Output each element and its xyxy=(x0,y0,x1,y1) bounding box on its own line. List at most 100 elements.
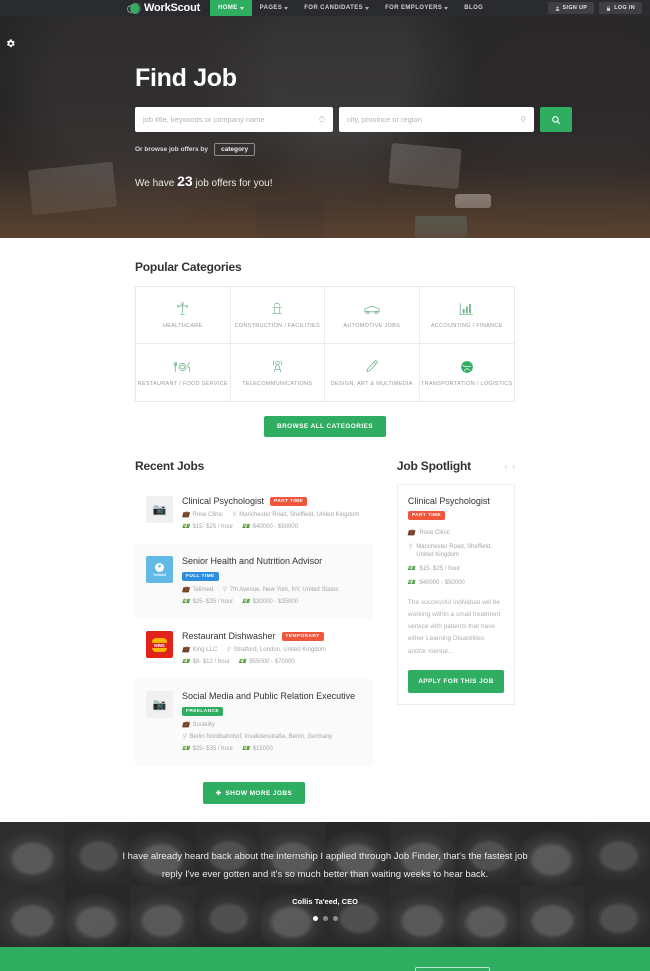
car-icon xyxy=(363,301,381,316)
category-telecommunications[interactable]: TELECOMMUNICATIONS xyxy=(231,344,325,401)
job-title[interactable]: Senior Health and Nutrition Advisor xyxy=(182,556,322,566)
testimonial-carousel-dots xyxy=(312,916,338,922)
show-more-jobs-button[interactable]: ✚ Show More Jobs xyxy=(202,782,306,804)
cutlery-icon xyxy=(173,359,192,374)
browse-category-chip[interactable]: category xyxy=(213,143,256,156)
category-construction-facilities[interactable]: CONSTRUCTION / FACILITIES xyxy=(230,287,325,344)
carousel-dot-1[interactable] xyxy=(312,916,318,922)
job-rate: 💵 $8- $12 / hour xyxy=(182,659,230,665)
browse-label: Or browse job offers by xyxy=(135,146,208,153)
category-transportation-logistics[interactable]: TRANSPORTATION / LOGISTICS xyxy=(420,344,515,401)
job-meta: 💼 King LLC ⚲ Stratford, London, United Kin… xyxy=(182,646,362,667)
show-more-jobs-label: Show More Jobs xyxy=(225,789,293,797)
site-logo[interactable]: WorkScout xyxy=(127,2,210,14)
job-details: Clinical Psychologist Part Time 💼 Rose Cl… xyxy=(182,496,362,532)
job-title[interactable]: Clinical Psychologist xyxy=(182,496,264,506)
hero-content: Find Job ⏱ ⚲ Or browse job offers by xyxy=(0,16,650,189)
offers-suffix: job offers for you! xyxy=(195,178,273,189)
chevron-down-icon xyxy=(239,6,244,10)
apply-for-this-job-button[interactable]: Apply For This Job xyxy=(407,669,504,693)
nav-item-for-employers[interactable]: FOR EMPLOYERS xyxy=(377,0,456,16)
nav-account-actions: SIGN UP LOG IN xyxy=(547,2,650,14)
nav-item-pages[interactable]: PAGES xyxy=(252,0,297,16)
carousel-dot-2[interactable] xyxy=(322,916,328,922)
job-list-item[interactable]: 📷 Clinical Psychologist Part Time 💼 Rose … xyxy=(135,484,373,544)
job-location: ⚲ Berlin Nordbahnhof, Invalidenstraße, Be… xyxy=(182,734,333,740)
testimonial-content: I have already heard back about the inte… xyxy=(0,822,650,947)
category-restaurant-food-service[interactable]: RESTAURANT / FOOD SERVICE xyxy=(136,344,231,401)
chevron-down-icon xyxy=(284,6,289,10)
search-submit-button[interactable] xyxy=(540,107,572,132)
job-rate: 💵 $15- $25 / hour xyxy=(182,524,234,530)
map-pin-icon: ⚲ xyxy=(182,734,187,740)
job-meta: 💼 Rose Clinic ⚲ Manchester Road, Sheffield… xyxy=(182,511,362,532)
spotlight-heading: Job Spotlight xyxy=(396,459,471,473)
money-icon: 💵 xyxy=(407,566,416,573)
nav-item-for-candidates[interactable]: FOR CANDIDATES xyxy=(296,0,377,16)
page-title: Find Job xyxy=(135,64,237,92)
sign-up-button[interactable]: SIGN UP xyxy=(547,2,595,14)
company-logo: 📷 xyxy=(146,496,173,523)
job-list-item[interactable]: 📷 Social Media and Public Relation Execu… xyxy=(135,679,373,766)
lock-icon xyxy=(607,5,611,11)
keywords-field-wrapper[interactable]: ⏱ xyxy=(135,107,333,132)
category-label: AUTOMOTIVE JOBS xyxy=(343,323,401,329)
nav-item-for-candidates-label: FOR CANDIDATES xyxy=(304,5,364,11)
job-location: ⚲ 7th Avenue, New York, NY, United States xyxy=(222,587,339,593)
job-company: 💼 King LLC xyxy=(182,647,218,653)
spotlight-company: 💼 Rose Clinic xyxy=(407,530,450,536)
logo-mark-icon xyxy=(127,2,141,14)
category-accounting-finance[interactable]: ACCOUNTING / FINANCE xyxy=(419,287,514,344)
job-type-badge: Part Time xyxy=(270,496,308,506)
spotlight-rate: 💵 $15- $25 / hour xyxy=(407,566,461,573)
job-list-item[interactable]: KING Restaurant Dishwasher Temporary 💼 Ki… xyxy=(135,619,373,679)
job-salary: 💵 $40000 - $50000 xyxy=(242,524,299,530)
job-details: Senior Health and Nutrition Advisor Full… xyxy=(182,556,362,607)
location-field-wrapper[interactable]: ⚲ xyxy=(339,107,534,132)
category-label: DESIGN, ART & MULTIMEDIA xyxy=(330,380,413,387)
get-started-button[interactable]: Get Started xyxy=(414,966,490,971)
map-pin-icon: ⚲ xyxy=(226,647,231,653)
testimonial-section: I have already heard back about the inte… xyxy=(0,822,650,947)
offers-count-text: We have 23 job offers for you! xyxy=(135,173,650,189)
job-details: Social Media and Public Relation Executi… xyxy=(182,691,362,754)
carousel-dot-3[interactable] xyxy=(332,916,338,922)
browse-all-categories-button[interactable]: Browse All Categories xyxy=(263,416,387,437)
clock-icon: ⏱ xyxy=(318,114,325,124)
log-in-button[interactable]: LOG IN xyxy=(599,2,642,14)
top-navigation-bar: WorkScout HOME PAGES FOR CANDIDATES FOR … xyxy=(0,0,650,16)
company-logo: ● Telimed xyxy=(146,556,173,583)
job-company: 💼 Socielity xyxy=(182,722,215,728)
job-list-item[interactable]: ● Telimed Senior Health and Nutrition Ad… xyxy=(135,544,373,619)
show-more-wrapper: ✚ Show More Jobs xyxy=(135,782,373,804)
king-logo-bun-bottom xyxy=(152,647,167,652)
briefcase-icon: 💼 xyxy=(182,647,190,653)
telimed-logo-icon: ● xyxy=(155,562,164,572)
job-title[interactable]: Restaurant Dishwasher xyxy=(182,631,276,641)
job-location: ⚲ Stratford, London, United Kingdom xyxy=(226,647,326,653)
chevron-right-icon[interactable]: › xyxy=(512,462,515,471)
chevron-down-icon xyxy=(365,6,370,10)
chart-icon xyxy=(459,301,474,316)
money-icon: 💵 xyxy=(182,524,190,530)
browse-by-row: Or browse job offers by category xyxy=(135,143,650,156)
nav-item-home[interactable]: HOME xyxy=(210,0,252,16)
category-label: TRANSPORTATION / LOGISTICS xyxy=(420,380,513,387)
category-design-art-multimedia[interactable]: DESIGN, ART & MULTIMEDIA xyxy=(325,344,420,401)
search-location-input[interactable] xyxy=(347,115,517,124)
recent-jobs-heading: Recent Jobs xyxy=(135,459,205,473)
nav-item-blog[interactable]: BLOG xyxy=(456,0,491,16)
main-menu: HOME PAGES FOR CANDIDATES FOR EMPLOYERS … xyxy=(210,0,491,16)
chevron-left-icon[interactable]: ‹ xyxy=(505,462,508,471)
gear-glyph xyxy=(6,38,15,47)
money-icon: 💵 xyxy=(242,746,250,752)
gear-icon[interactable] xyxy=(4,37,16,49)
search-keywords-input[interactable] xyxy=(143,115,315,124)
spotlight-job-title[interactable]: Clinical Psychologist xyxy=(408,496,490,506)
category-automotive-jobs[interactable]: AUTOMOTIVE JOBS xyxy=(325,287,420,344)
job-title[interactable]: Social Media and Public Relation Executi… xyxy=(182,691,355,701)
category-healthcare[interactable]: HEALTHCARE xyxy=(136,287,231,344)
job-title-row: Senior Health and Nutrition Advisor Full… xyxy=(182,556,362,581)
job-title-row: Clinical Psychologist Part Time xyxy=(182,496,362,506)
categories-grid: HEALTHCARE CONSTRUCTION / FACILITIES AUT… xyxy=(135,286,515,402)
